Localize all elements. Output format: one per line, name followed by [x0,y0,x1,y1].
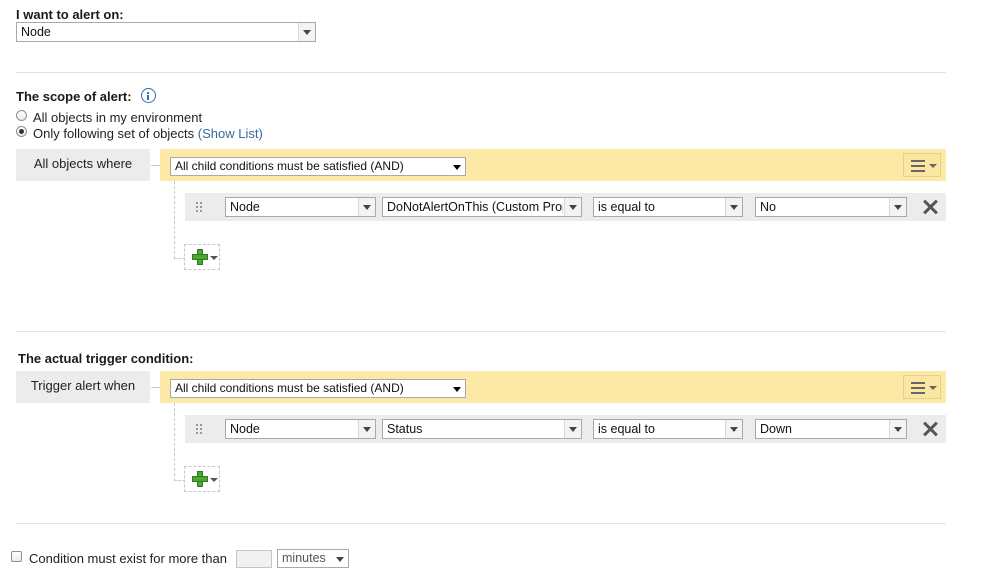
duration-label: Condition must exist for more than [29,551,227,566]
trigger-condition-field-value: Status [387,422,423,436]
tree-line [174,181,175,259]
chevron-down-icon [889,420,906,438]
trigger-condition-operator-select[interactable]: is equal to [593,419,743,439]
duration-input[interactable] [236,550,272,568]
scope-group-tag: All objects where [16,149,150,181]
chevron-down-icon [210,256,218,260]
show-list-link[interactable]: (Show List) [198,126,263,141]
duration-checkbox[interactable] [11,551,22,562]
plus-icon [192,471,208,487]
chevron-down-icon [929,386,937,390]
chevron-down-icon [449,158,465,175]
trigger-condition-value-value: Down [760,422,792,436]
add-condition-button[interactable] [184,466,220,492]
trigger-group-menu-button[interactable] [903,375,941,399]
chevron-down-icon [449,380,465,397]
chevron-down-icon [929,164,937,168]
scope-condition-field-select[interactable]: DoNotAlertOnThis (Custom Prop [382,197,582,217]
scope-condition-object-select[interactable]: Node [225,197,376,217]
chevron-down-icon [358,420,375,438]
trigger-label: The actual trigger condition: [18,351,194,366]
duration-unit-value: minutes [282,551,326,565]
chevron-down-icon [332,550,348,567]
scope-condition-object-value: Node [230,200,260,214]
remove-condition-icon[interactable] [922,421,938,437]
scope-condition-operator-select[interactable]: is equal to [593,197,743,217]
duration-unit-select[interactable]: minutes [277,549,349,568]
scope-condition-value-value: No [760,200,776,214]
radio-all-objects-label: All objects in my environment [33,110,203,125]
alert-on-label: I want to alert on: [16,7,124,22]
info-icon[interactable] [141,88,156,103]
scope-group-operator-value: All child conditions must be satisfied (… [175,159,404,173]
chevron-down-icon [889,198,906,216]
scope-condition-field-value: DoNotAlertOnThis (Custom Prop [387,200,563,214]
radio-following-objects-label: Only following set of objects (Show List… [33,126,263,141]
scope-condition-operator-value: is equal to [598,200,655,214]
tree-line [174,403,175,481]
scope-group-menu-button[interactable] [903,153,941,177]
plus-icon [192,249,208,265]
drag-handle-icon[interactable] [196,202,204,212]
chevron-down-icon [564,420,581,438]
chevron-down-icon [210,478,218,482]
divider [16,331,946,332]
scope-condition-value-select[interactable]: No [755,197,907,217]
drag-handle-icon[interactable] [196,424,204,434]
chevron-down-icon [358,198,375,216]
connector [151,165,160,166]
trigger-condition-field-select[interactable]: Status [382,419,582,439]
divider [16,72,946,73]
trigger-condition-operator-value: is equal to [598,422,655,436]
trigger-group-operator-value: All child conditions must be satisfied (… [175,381,404,395]
add-condition-button[interactable] [184,244,220,270]
chevron-down-icon [725,198,742,216]
menu-icon [911,160,925,175]
divider [16,523,946,524]
alert-on-select[interactable]: Node [16,22,316,42]
trigger-group-operator-select[interactable]: All child conditions must be satisfied (… [170,379,466,398]
remove-condition-icon[interactable] [922,199,938,215]
radio-all-objects[interactable] [16,110,27,121]
chevron-down-icon [725,420,742,438]
connector [151,387,160,388]
trigger-condition-object-select[interactable]: Node [225,419,376,439]
chevron-down-icon [564,198,581,216]
trigger-group-tag: Trigger alert when [16,371,150,403]
radio-following-objects[interactable] [16,126,27,137]
trigger-condition-value-select[interactable]: Down [755,419,907,439]
scope-label: The scope of alert: [16,89,132,104]
trigger-condition-object-value: Node [230,422,260,436]
menu-icon [911,382,925,397]
alert-on-value: Node [21,25,51,39]
scope-group-operator-select[interactable]: All child conditions must be satisfied (… [170,157,466,176]
chevron-down-icon [298,23,315,41]
